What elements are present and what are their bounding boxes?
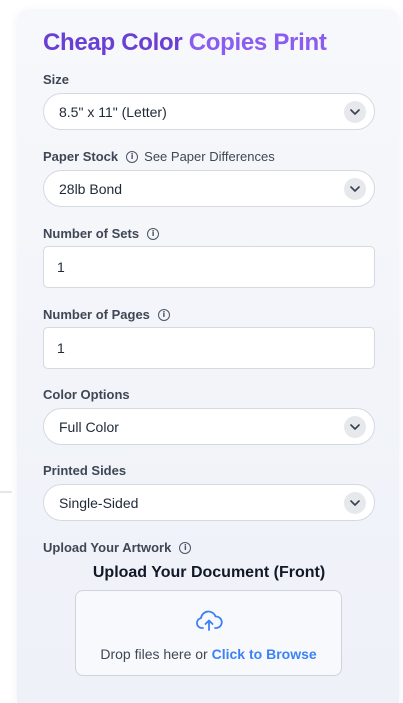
see-paper-differences-link[interactable]: See Paper Differences [144, 149, 275, 164]
paper-stock-value: 28lb Bond [59, 180, 123, 197]
color-options-label: Color Options [43, 387, 130, 402]
size-label: Size [43, 72, 69, 87]
page-title: Cheap Color Copies Print [43, 29, 327, 57]
printed-sides-label: Printed Sides [43, 463, 126, 478]
paper-stock-label-text: Paper Stock [43, 149, 119, 164]
size-select[interactable]: 8.5" x 11" (Letter) [43, 93, 375, 130]
size-value: 8.5" x 11" (Letter) [59, 103, 167, 120]
number-of-sets-label: Number of Sets i [43, 226, 160, 241]
printed-sides-label-text: Printed Sides [43, 463, 127, 478]
chevron-down-icon [344, 100, 366, 123]
number-of-sets-value: 1 [57, 259, 65, 275]
info-icon[interactable]: i [147, 227, 160, 240]
paper-stock-label: Paper Stock i See Paper Differences [43, 149, 275, 164]
upload-heading: Upload Your Document (Front) [92, 564, 326, 581]
cloud-upload-icon [195, 610, 223, 637]
browse-link[interactable]: Click to Browse [212, 646, 317, 662]
upload-artwork-label-text: Upload Your Artwork [43, 540, 172, 555]
number-of-pages-label: Number of Pages i [43, 307, 170, 322]
size-label-text: Size [43, 72, 70, 87]
number-of-pages-label-text: Number of Pages [43, 307, 150, 322]
chevron-down-icon [344, 415, 366, 438]
number-of-pages-value: 1 [57, 340, 65, 356]
number-of-sets-input[interactable]: 1 [43, 246, 375, 288]
number-of-sets-label-text: Number of Sets [43, 226, 140, 241]
color-options-label-text: Color Options [43, 387, 130, 402]
title-part-2: Copies Print [188, 29, 327, 56]
info-icon[interactable]: i [179, 541, 192, 554]
chevron-down-icon [344, 491, 366, 514]
number-of-pages-input[interactable]: 1 [43, 327, 375, 369]
paper-stock-select[interactable]: 28lb Bond [43, 170, 375, 207]
printed-sides-select[interactable]: Single-Sided [43, 484, 375, 521]
upload-artwork-label: Upload Your Artwork i [43, 540, 192, 555]
drop-files-text: Drop files here or [100, 646, 208, 662]
color-options-select[interactable]: Full Color [43, 408, 375, 445]
file-dropzone[interactable]: Drop files here or Click to Browse [75, 590, 342, 676]
info-icon[interactable]: i [126, 150, 139, 163]
info-icon[interactable]: i [157, 308, 170, 321]
side-divider [0, 491, 12, 493]
chevron-down-icon [344, 177, 366, 200]
color-options-value: Full Color [59, 418, 119, 435]
dropzone-text: Drop files here or Click to Browse [76, 646, 341, 662]
title-part-1: Cheap Color [43, 29, 183, 56]
printed-sides-value: Single-Sided [59, 494, 139, 511]
